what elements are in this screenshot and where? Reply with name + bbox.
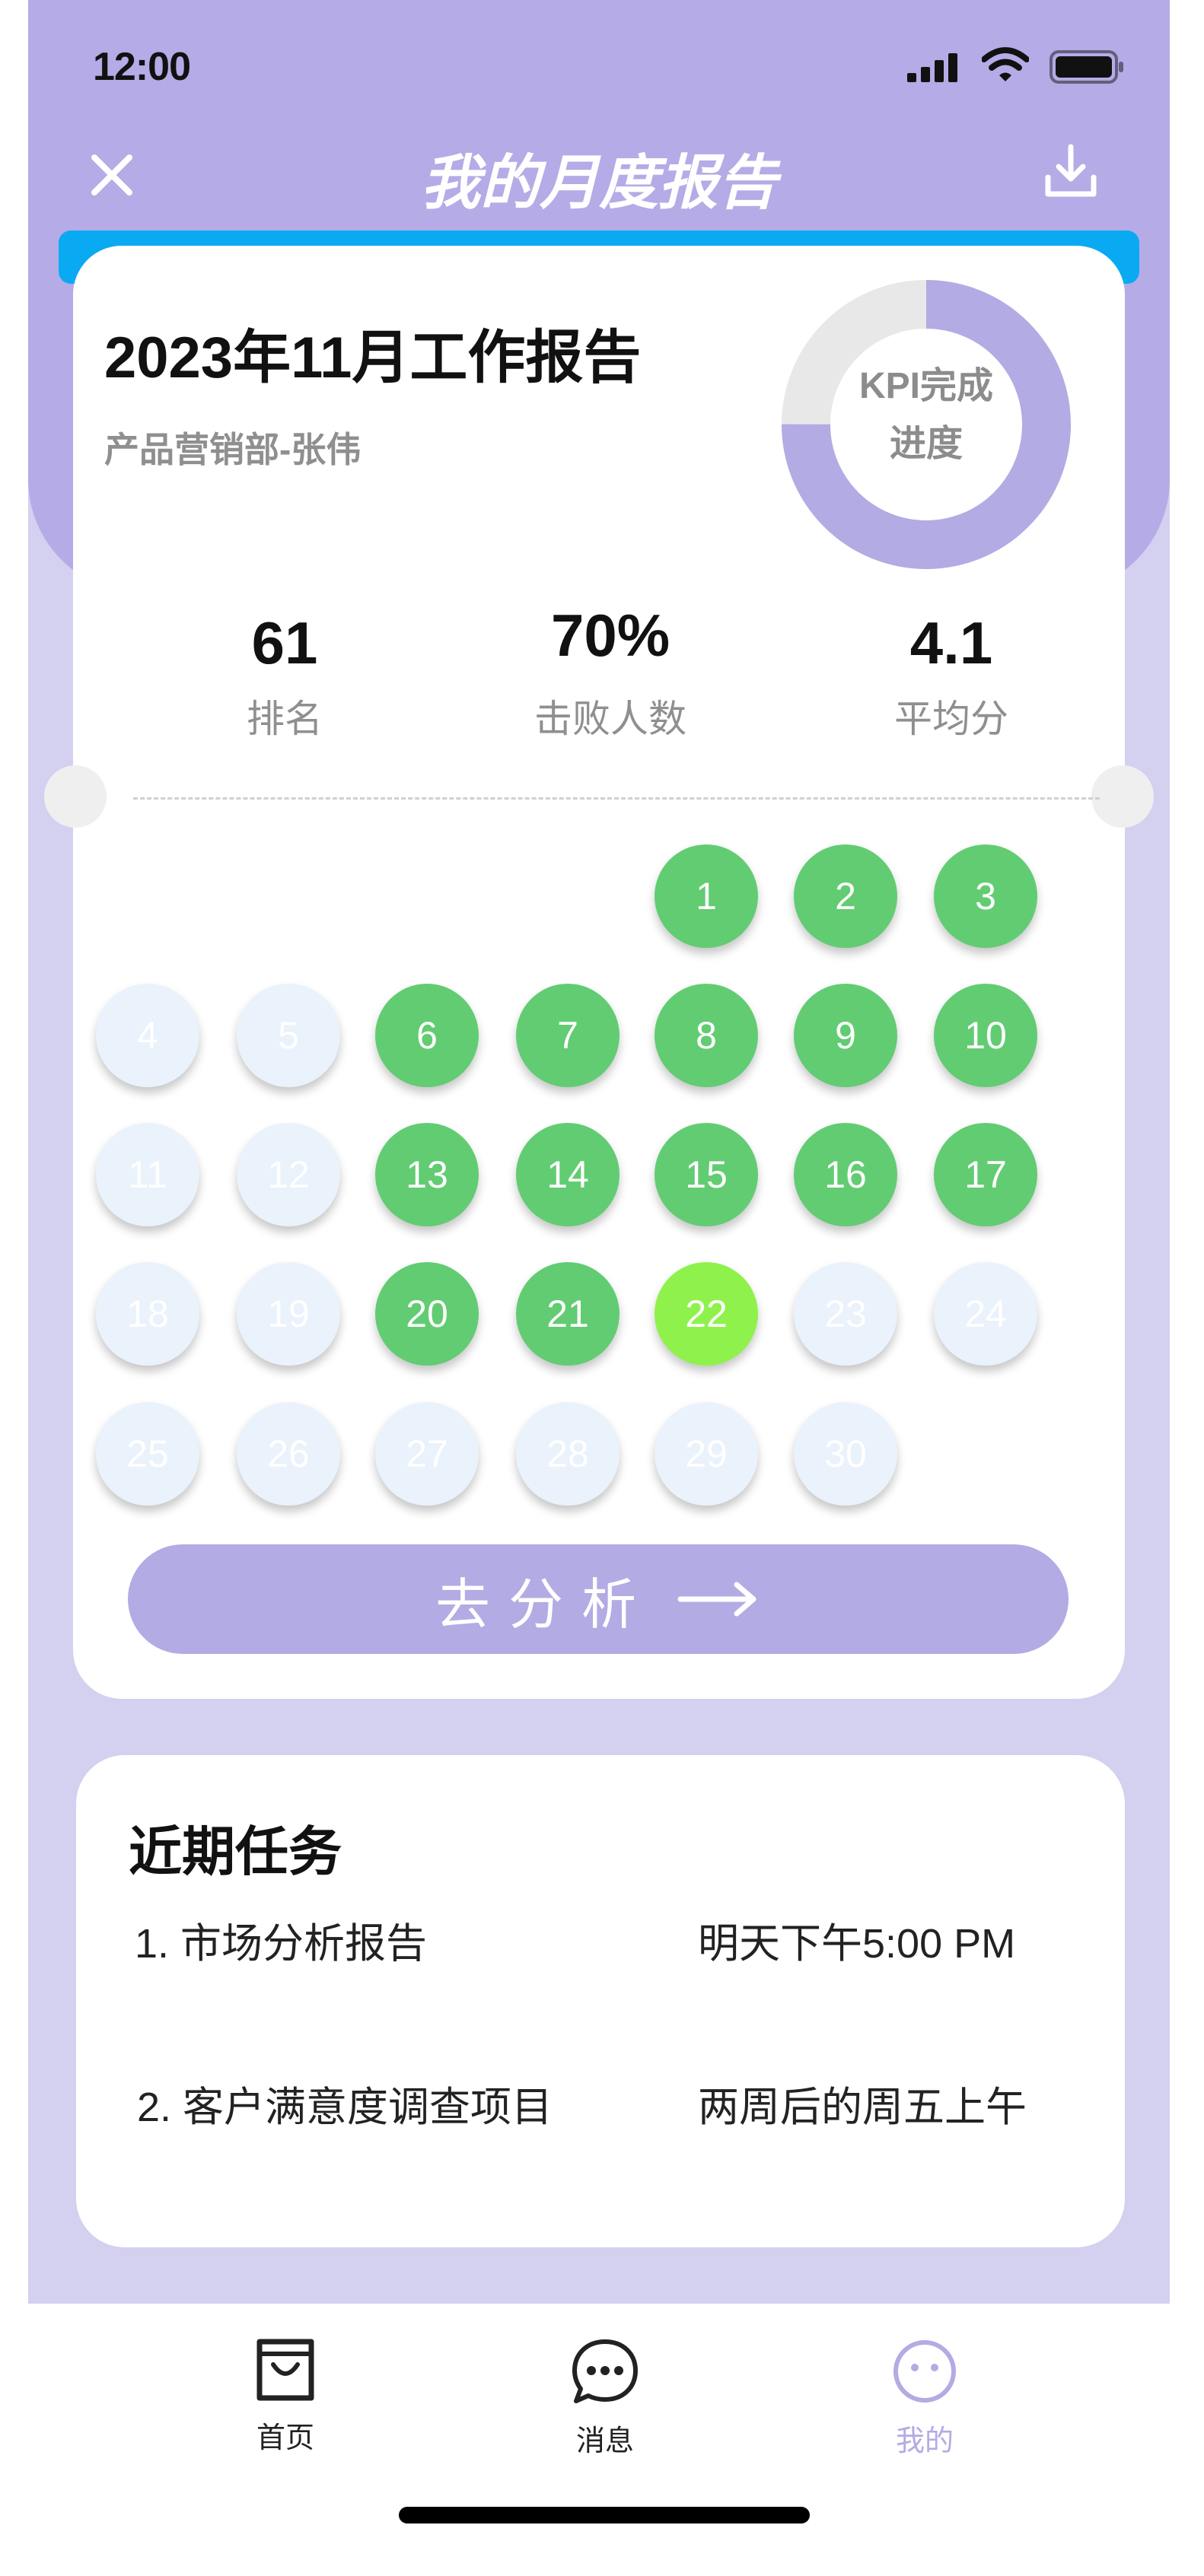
calendar-day-done[interactable]: 6 [375, 984, 479, 1087]
ticket-notch-left [44, 765, 107, 828]
ticket-notch-right [1091, 765, 1154, 828]
stat-value: 61 [251, 609, 318, 676]
calendar-day-future[interactable]: 26 [237, 1402, 340, 1506]
dashed-divider [133, 797, 1100, 800]
calendar-day-done[interactable]: 2 [794, 844, 897, 948]
task-item-due: 两周后的周五上午 [698, 2085, 1027, 2130]
app-screen: 12:00 我的月度报告 2023年11月工作报告 产品营销部-张伟 KPI完成… [28, 0, 1170, 2576]
calendar-day-done[interactable]: 9 [794, 984, 897, 1087]
calendar-day-future[interactable]: 28 [516, 1402, 620, 1506]
calendar-day-future[interactable]: 19 [237, 1262, 340, 1366]
calendar-day-done[interactable]: 3 [934, 844, 1037, 948]
calendar-day-done[interactable]: 13 [375, 1123, 479, 1226]
calendar-day-future[interactable]: 25 [96, 1402, 199, 1506]
calendar-day-future[interactable]: 30 [794, 1402, 897, 1506]
shopping-bag-icon [256, 2339, 314, 2401]
smiley-face-icon [893, 2340, 956, 2403]
stat-beat-percent: 70% 击败人数 [458, 601, 763, 743]
battery-icon [1050, 50, 1123, 84]
stat-label: 排名 [247, 698, 323, 740]
calendar-day-future[interactable]: 12 [237, 1123, 340, 1226]
page-title: 我的月度报告 [420, 149, 777, 216]
report-subtitle: 产品营销部-张伟 [104, 430, 362, 469]
calendar-day-future[interactable]: 29 [655, 1402, 758, 1506]
stat-label: 击败人数 [534, 698, 686, 740]
stat-value: 70% [550, 602, 670, 669]
stat-value: 4.1 [909, 609, 993, 676]
kpi-label-line1: KPI完成 [858, 366, 994, 406]
calendar-day-future[interactable]: 23 [794, 1262, 897, 1366]
tab-mine[interactable]: 我的 [841, 2337, 1008, 2459]
task-item-name[interactable]: 1. 市场分析报告 [135, 1910, 427, 1970]
calendar-day-future[interactable]: 24 [934, 1262, 1037, 1366]
calendar-day-done[interactable]: 17 [934, 1123, 1037, 1226]
stat-label: 平均分 [894, 698, 1008, 740]
calendar-day-future[interactable]: 27 [375, 1402, 479, 1506]
stat-rank: 61 排名 [132, 609, 437, 743]
kpi-label-line2: 进度 [889, 424, 963, 464]
calendar-day-done[interactable]: 20 [375, 1262, 479, 1366]
arrow-right-icon [677, 1582, 756, 1617]
calendar-day-future[interactable]: 11 [96, 1123, 199, 1226]
calendar-day-future[interactable]: 4 [96, 984, 199, 1087]
calendar-day-done[interactable]: 8 [655, 984, 758, 1087]
analyze-button[interactable]: 去分析 [128, 1544, 1069, 1654]
calendar-day-done[interactable]: 1 [655, 844, 758, 948]
calendar-day-future[interactable]: 5 [237, 984, 340, 1087]
status-bar: 12:00 [28, 0, 1170, 137]
tab-messages[interactable]: 消息 [521, 2337, 689, 2459]
tab-home[interactable]: 首页 [202, 2337, 369, 2456]
task-item-due: 明天下午5:00 PM [698, 1921, 1016, 1967]
home-indicator [399, 2507, 810, 2524]
tab-home-label: 首页 [256, 2421, 314, 2454]
calendar-day-done[interactable]: 21 [516, 1262, 620, 1366]
calendar-day-done[interactable]: 16 [794, 1123, 897, 1226]
tab-messages-label: 消息 [575, 2424, 634, 2457]
download-icon[interactable] [1040, 141, 1101, 202]
analyze-button-label: 去分析 [435, 1574, 655, 1636]
wifi-icon [982, 47, 1029, 81]
tab-mine-label: 我的 [895, 2424, 954, 2457]
chat-bubble-icon [572, 2339, 638, 2403]
tab-bar: 首页 消息 我的 [28, 2304, 1170, 2576]
signal-icon [907, 53, 957, 82]
calendar-day-today[interactable]: 22 [655, 1262, 758, 1366]
stat-average-score: 4.1 平均分 [799, 609, 1104, 743]
status-time: 12:00 [93, 45, 191, 89]
calendar-day-future[interactable]: 18 [96, 1262, 199, 1366]
kpi-label: KPI完成 进度 [835, 358, 1018, 473]
task-item-name[interactable]: 2. 客户满意度调查项目 [137, 2073, 553, 2133]
calendar-day-done[interactable]: 15 [655, 1123, 758, 1226]
calendar-day-done[interactable]: 10 [934, 984, 1037, 1087]
calendar-day-done[interactable]: 14 [516, 1123, 620, 1226]
recent-tasks-heading: 近期任务 [129, 1822, 342, 1881]
calendar-day-done[interactable]: 7 [516, 984, 620, 1087]
report-title: 2023年11月工作报告 [104, 326, 642, 390]
